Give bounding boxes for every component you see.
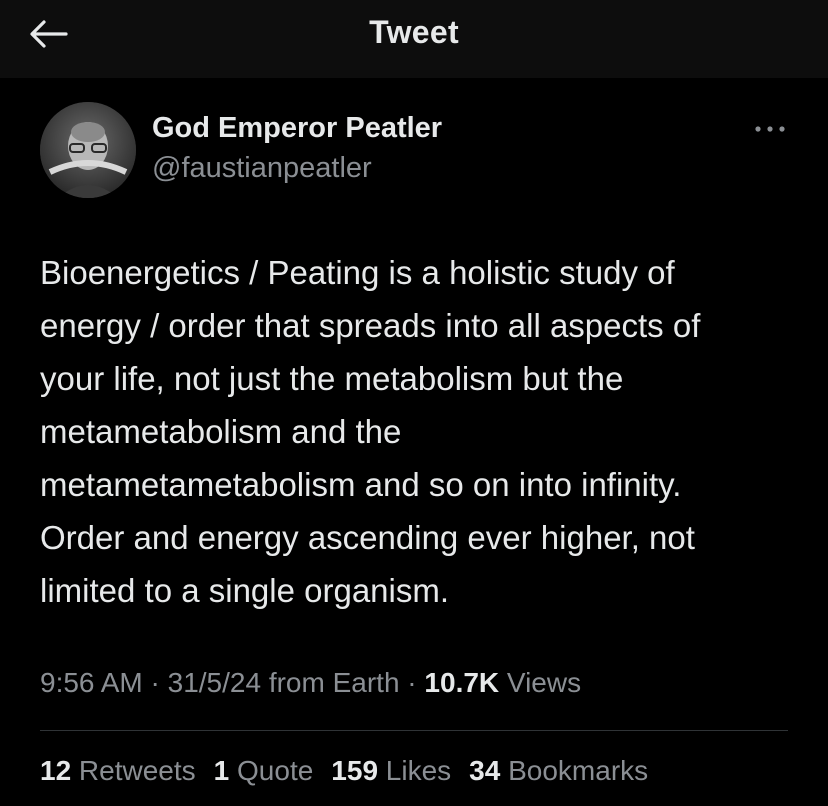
likes-count: 159 xyxy=(331,755,379,786)
retweets-stat[interactable]: 12 Retweets xyxy=(40,755,196,787)
bookmarks-label: Bookmarks xyxy=(500,755,649,786)
more-options-button[interactable] xyxy=(748,112,792,146)
author-handle[interactable]: @faustianpeatler xyxy=(152,152,372,185)
avatar[interactable] xyxy=(40,102,136,198)
tweet-text-line: Bioenergetics / Peating is a holistic st… xyxy=(40,254,675,291)
tweet-text-line: metametabolism and the xyxy=(40,413,402,450)
bookmarks-stat[interactable]: 34 Bookmarks xyxy=(469,755,648,787)
likes-label: Likes xyxy=(378,755,452,786)
likes-stat[interactable]: 159 Likes xyxy=(331,755,451,787)
tweet-meta: 9:56 AM · 31/5/24 from Earth · 10.7K Vie… xyxy=(40,667,581,699)
page-title: Tweet xyxy=(369,14,459,50)
views-count[interactable]: 10.7K xyxy=(424,667,499,698)
tweet-text-line: energy / order that spreads into all asp… xyxy=(40,307,701,344)
avatar-photo xyxy=(40,102,136,198)
bookmarks-count: 34 xyxy=(469,755,501,786)
views-label[interactable]: Views xyxy=(499,667,581,698)
ellipsis-icon xyxy=(755,126,785,132)
tweet-date[interactable]: 31/5/24 xyxy=(168,667,261,698)
retweets-count: 12 xyxy=(40,755,72,786)
meta-separator: · xyxy=(399,667,425,698)
tweet-text-line: metametametabolism and so on into infini… xyxy=(40,466,682,503)
tweet-source: from Earth xyxy=(261,667,400,698)
retweets-label: Retweets xyxy=(71,755,196,786)
quotes-stat[interactable]: 1 Quote xyxy=(214,755,314,787)
tweet-time[interactable]: 9:56 AM xyxy=(40,667,143,698)
top-bar: Tweet xyxy=(0,0,828,78)
quotes-count: 1 xyxy=(213,755,230,786)
divider xyxy=(40,730,788,731)
tweet-text: Bioenergetics / Peating is a holistic st… xyxy=(40,246,800,617)
tweet-text-line: limited to a single organism. xyxy=(40,572,450,609)
author-display-name[interactable]: God Emperor Peatler xyxy=(152,112,442,145)
tweet-text-line: Order and energy ascending ever higher, … xyxy=(40,519,695,556)
engagement-stats: 12 Retweets 1 Quote 159 Likes 34 Bookmar… xyxy=(40,755,666,787)
tweet-text-line: your life, not just the metabolism but t… xyxy=(40,360,624,397)
meta-separator: · xyxy=(142,667,168,698)
quotes-label: Quote xyxy=(229,755,314,786)
